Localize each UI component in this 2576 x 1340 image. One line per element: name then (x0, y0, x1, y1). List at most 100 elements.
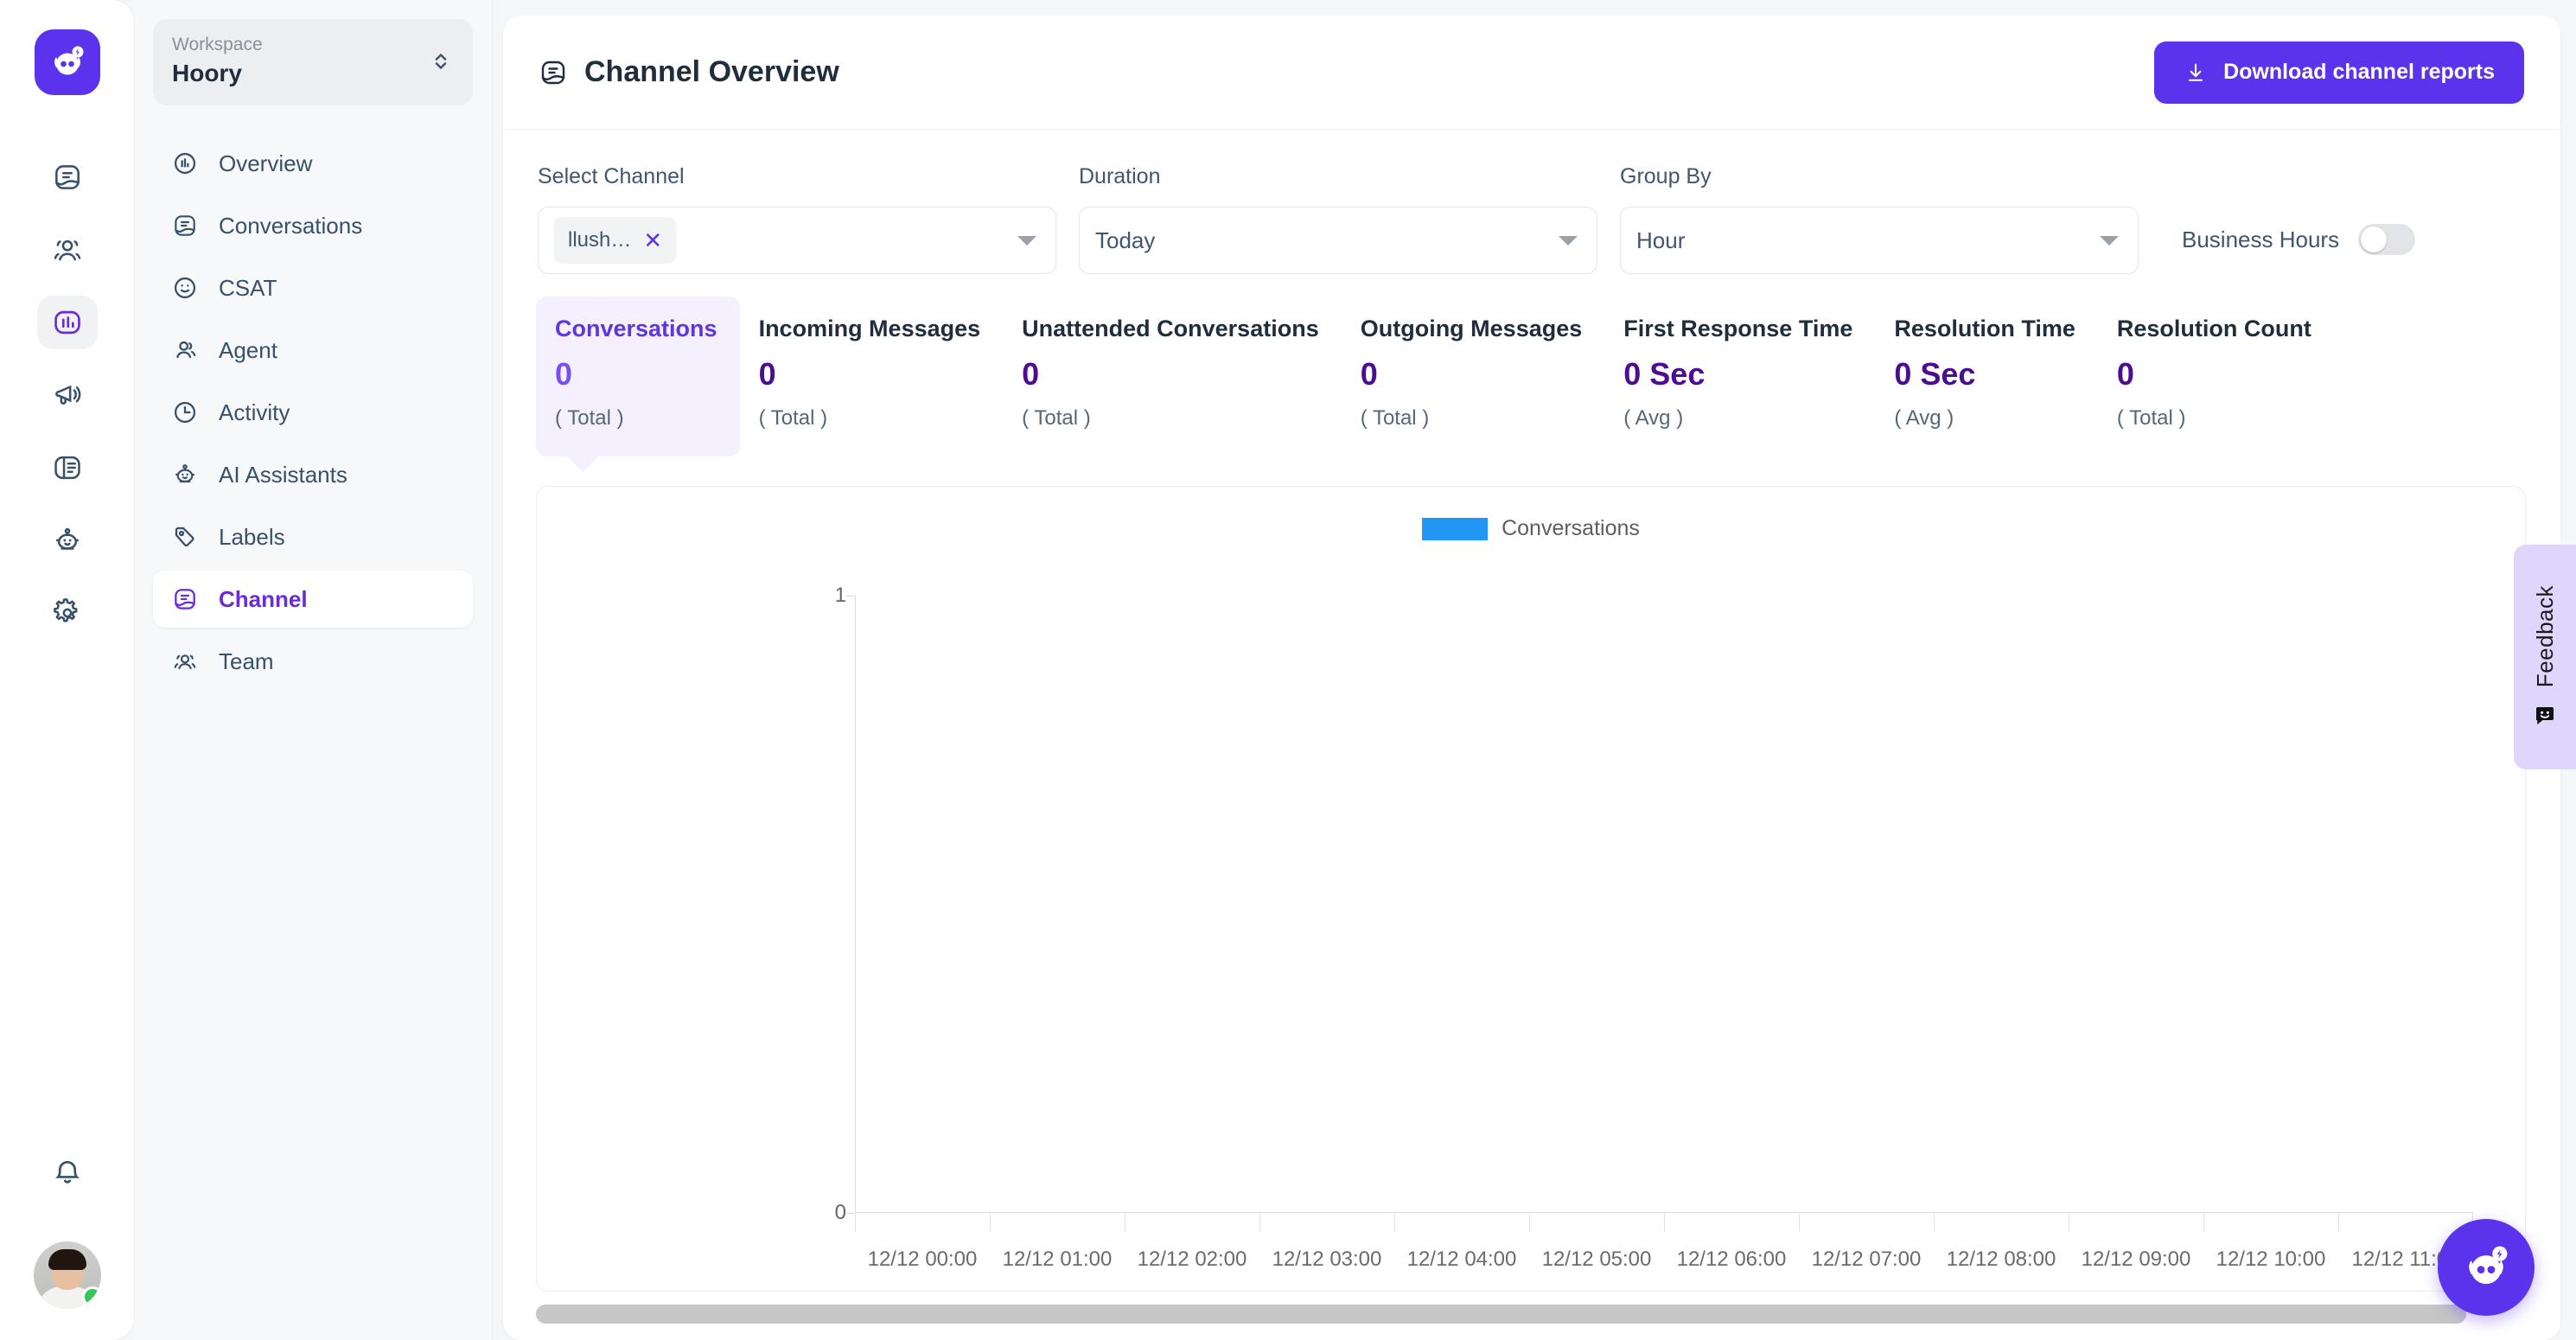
duration-select[interactable]: Today (1079, 207, 1597, 274)
metric-tabs: Conversations 0 ( Total ) Incoming Messa… (503, 274, 2560, 472)
sidebar-item-overview[interactable]: Overview (153, 135, 473, 192)
download-channel-reports-button[interactable]: Download channel reports (2154, 41, 2524, 104)
rail-item-campaigns[interactable] (37, 368, 98, 422)
x-tick-label: 12/12 02:00 (1137, 1247, 1247, 1271)
metric-value: 0 (555, 356, 573, 392)
workspace-label: Workspace (172, 35, 263, 54)
download-icon (2184, 61, 2208, 85)
scrollbar-thumb[interactable] (536, 1305, 2466, 1324)
hoory-bot-icon (2458, 1239, 2515, 1296)
tag-icon (170, 522, 200, 552)
feedback-tab[interactable]: Feedback (2514, 545, 2576, 769)
workspace-switcher[interactable]: Workspace Hoory (153, 19, 473, 106)
metric-tab-first-response-time[interactable]: First Response Time 0 Sec ( Avg ) (1604, 297, 1875, 456)
close-icon[interactable]: ✕ (643, 229, 662, 252)
select-channel-input[interactable]: llush… ✕ (538, 207, 1056, 274)
group-by-value: Hour (1636, 227, 1686, 253)
filters-row: Select Channel llush… ✕ Duration Today G… (503, 130, 2560, 274)
feedback-label: Feedback (2531, 584, 2558, 688)
metric-value: 0 Sec (1623, 356, 1706, 392)
hoory-logo-icon[interactable] (34, 29, 100, 95)
workspace-name: Hoory (172, 60, 242, 87)
x-tick: 12/12 09:00 (2069, 1213, 2203, 1291)
y-tick-mark (846, 596, 855, 597)
chat-launcher-button[interactable] (2438, 1219, 2535, 1316)
group-by-label: Group By (1620, 164, 1712, 188)
legend-swatch-conversations[interactable] (1422, 517, 1489, 540)
chevron-down-icon[interactable] (2100, 235, 2119, 246)
sidebar-item-conversations[interactable]: Conversations (153, 197, 473, 254)
page-title-text: Channel Overview (584, 55, 839, 88)
sidebar-item-activity[interactable]: Activity (153, 384, 473, 441)
duration-field: Duration Today (1079, 164, 1597, 274)
metric-value: 0 (2116, 356, 2134, 392)
metric-tab-outgoing-messages[interactable]: Outgoing Messages 0 ( Total ) (1342, 297, 1605, 456)
x-axis-ticks: 12/12 00:00 12/12 01:00 12/12 02:00 12/1… (855, 1213, 2473, 1291)
page-title: Channel Overview (538, 55, 839, 89)
rail-icon-list (36, 150, 98, 640)
y-axis-line (855, 596, 856, 1213)
rail-item-contacts[interactable] (37, 223, 98, 277)
business-hours-toggle[interactable] (2358, 224, 2416, 255)
sidebar-item-ai-assistants[interactable]: AI Assistants (153, 446, 473, 503)
metric-tab-conversations[interactable]: Conversations 0 ( Total ) (536, 297, 740, 472)
chevron-down-icon[interactable] (1559, 235, 1578, 246)
metric-subtitle: ( Avg ) (1894, 406, 1954, 430)
notifications-button[interactable] (37, 1146, 98, 1200)
sidebar-item-label: Activity (219, 399, 290, 425)
workspace-info: Workspace Hoory (172, 33, 263, 90)
x-tick-label: 12/12 01:00 (1002, 1247, 1113, 1271)
chart-horizontal-scrollbar[interactable] (503, 1292, 2560, 1340)
sidebar-item-label: Overview (219, 150, 313, 176)
duration-label: Duration (1079, 164, 1161, 188)
x-tick-label: 12/12 05:00 (1541, 1247, 1652, 1271)
robot-icon (51, 524, 84, 557)
chevron-up-down-icon (428, 48, 454, 74)
clock-icon (170, 398, 200, 427)
smiley-chat-icon (2532, 703, 2558, 729)
metric-tab-incoming-messages[interactable]: Incoming Messages 0 ( Total ) (740, 297, 1004, 456)
group-by-field: Group By Hour (1620, 164, 2139, 274)
group-by-select[interactable]: Hour (1620, 207, 2139, 274)
select-channel-label: Select Channel (538, 164, 685, 188)
scrollbar-track[interactable] (536, 1305, 2526, 1324)
sidebar-item-csat[interactable]: CSAT (153, 259, 473, 316)
chevron-down-icon[interactable] (1017, 235, 1036, 246)
metric-title: Conversations (555, 316, 717, 341)
avatar[interactable] (33, 1241, 101, 1309)
rail-item-conversations[interactable] (37, 150, 98, 204)
reports-bar-chart-icon (51, 306, 84, 339)
x-tick: 12/12 08:00 (1934, 1213, 2069, 1291)
metric-subtitle: ( Total ) (555, 406, 624, 430)
contacts-icon (51, 233, 84, 266)
sidebar-item-labels[interactable]: Labels (153, 508, 473, 565)
sidebar-item-agent[interactable]: Agent (153, 322, 473, 379)
robot-icon (170, 460, 200, 489)
book-icon (51, 451, 84, 484)
status-badge (81, 1286, 101, 1307)
metric-tab-resolution-count[interactable]: Resolution Count 0 ( Total ) (2098, 297, 2334, 456)
x-tick-label: 12/12 08:00 (1946, 1247, 2056, 1271)
metric-value: 0 (1360, 356, 1378, 392)
metric-subtitle: ( Total ) (758, 406, 828, 430)
x-tick: 12/12 01:00 (990, 1213, 1125, 1291)
sidebar-item-channel[interactable]: Channel (153, 571, 473, 629)
bar-chart-icon (170, 149, 200, 178)
sidebar-item-label: Team (219, 648, 274, 674)
rail-item-ai-assistant[interactable] (37, 514, 98, 567)
reports-sidebar: Workspace Hoory Overview Conversations C… (134, 0, 493, 1340)
sidebar-item-team[interactable]: Team (153, 633, 473, 690)
x-tick-label: 12/12 00:00 (867, 1247, 978, 1271)
rail-item-help-center[interactable] (37, 441, 98, 495)
metric-tab-unattended-conversations[interactable]: Unattended Conversations 0 ( Total ) (1003, 297, 1342, 456)
content-panel: Channel Overview Download channel report… (503, 16, 2560, 1340)
rail-item-reports[interactable] (36, 296, 98, 349)
page-topbar: Channel Overview Download channel report… (503, 16, 2560, 130)
chat-icon (170, 211, 200, 240)
metric-subtitle: ( Avg ) (1623, 406, 1684, 430)
metric-tab-resolution-time[interactable]: Resolution Time 0 Sec ( Avg ) (1875, 297, 2098, 456)
channel-chip[interactable]: llush… ✕ (554, 217, 677, 264)
business-hours-control: Business Hours (2182, 224, 2416, 274)
duration-value: Today (1095, 227, 1156, 253)
rail-item-settings[interactable] (37, 586, 98, 640)
